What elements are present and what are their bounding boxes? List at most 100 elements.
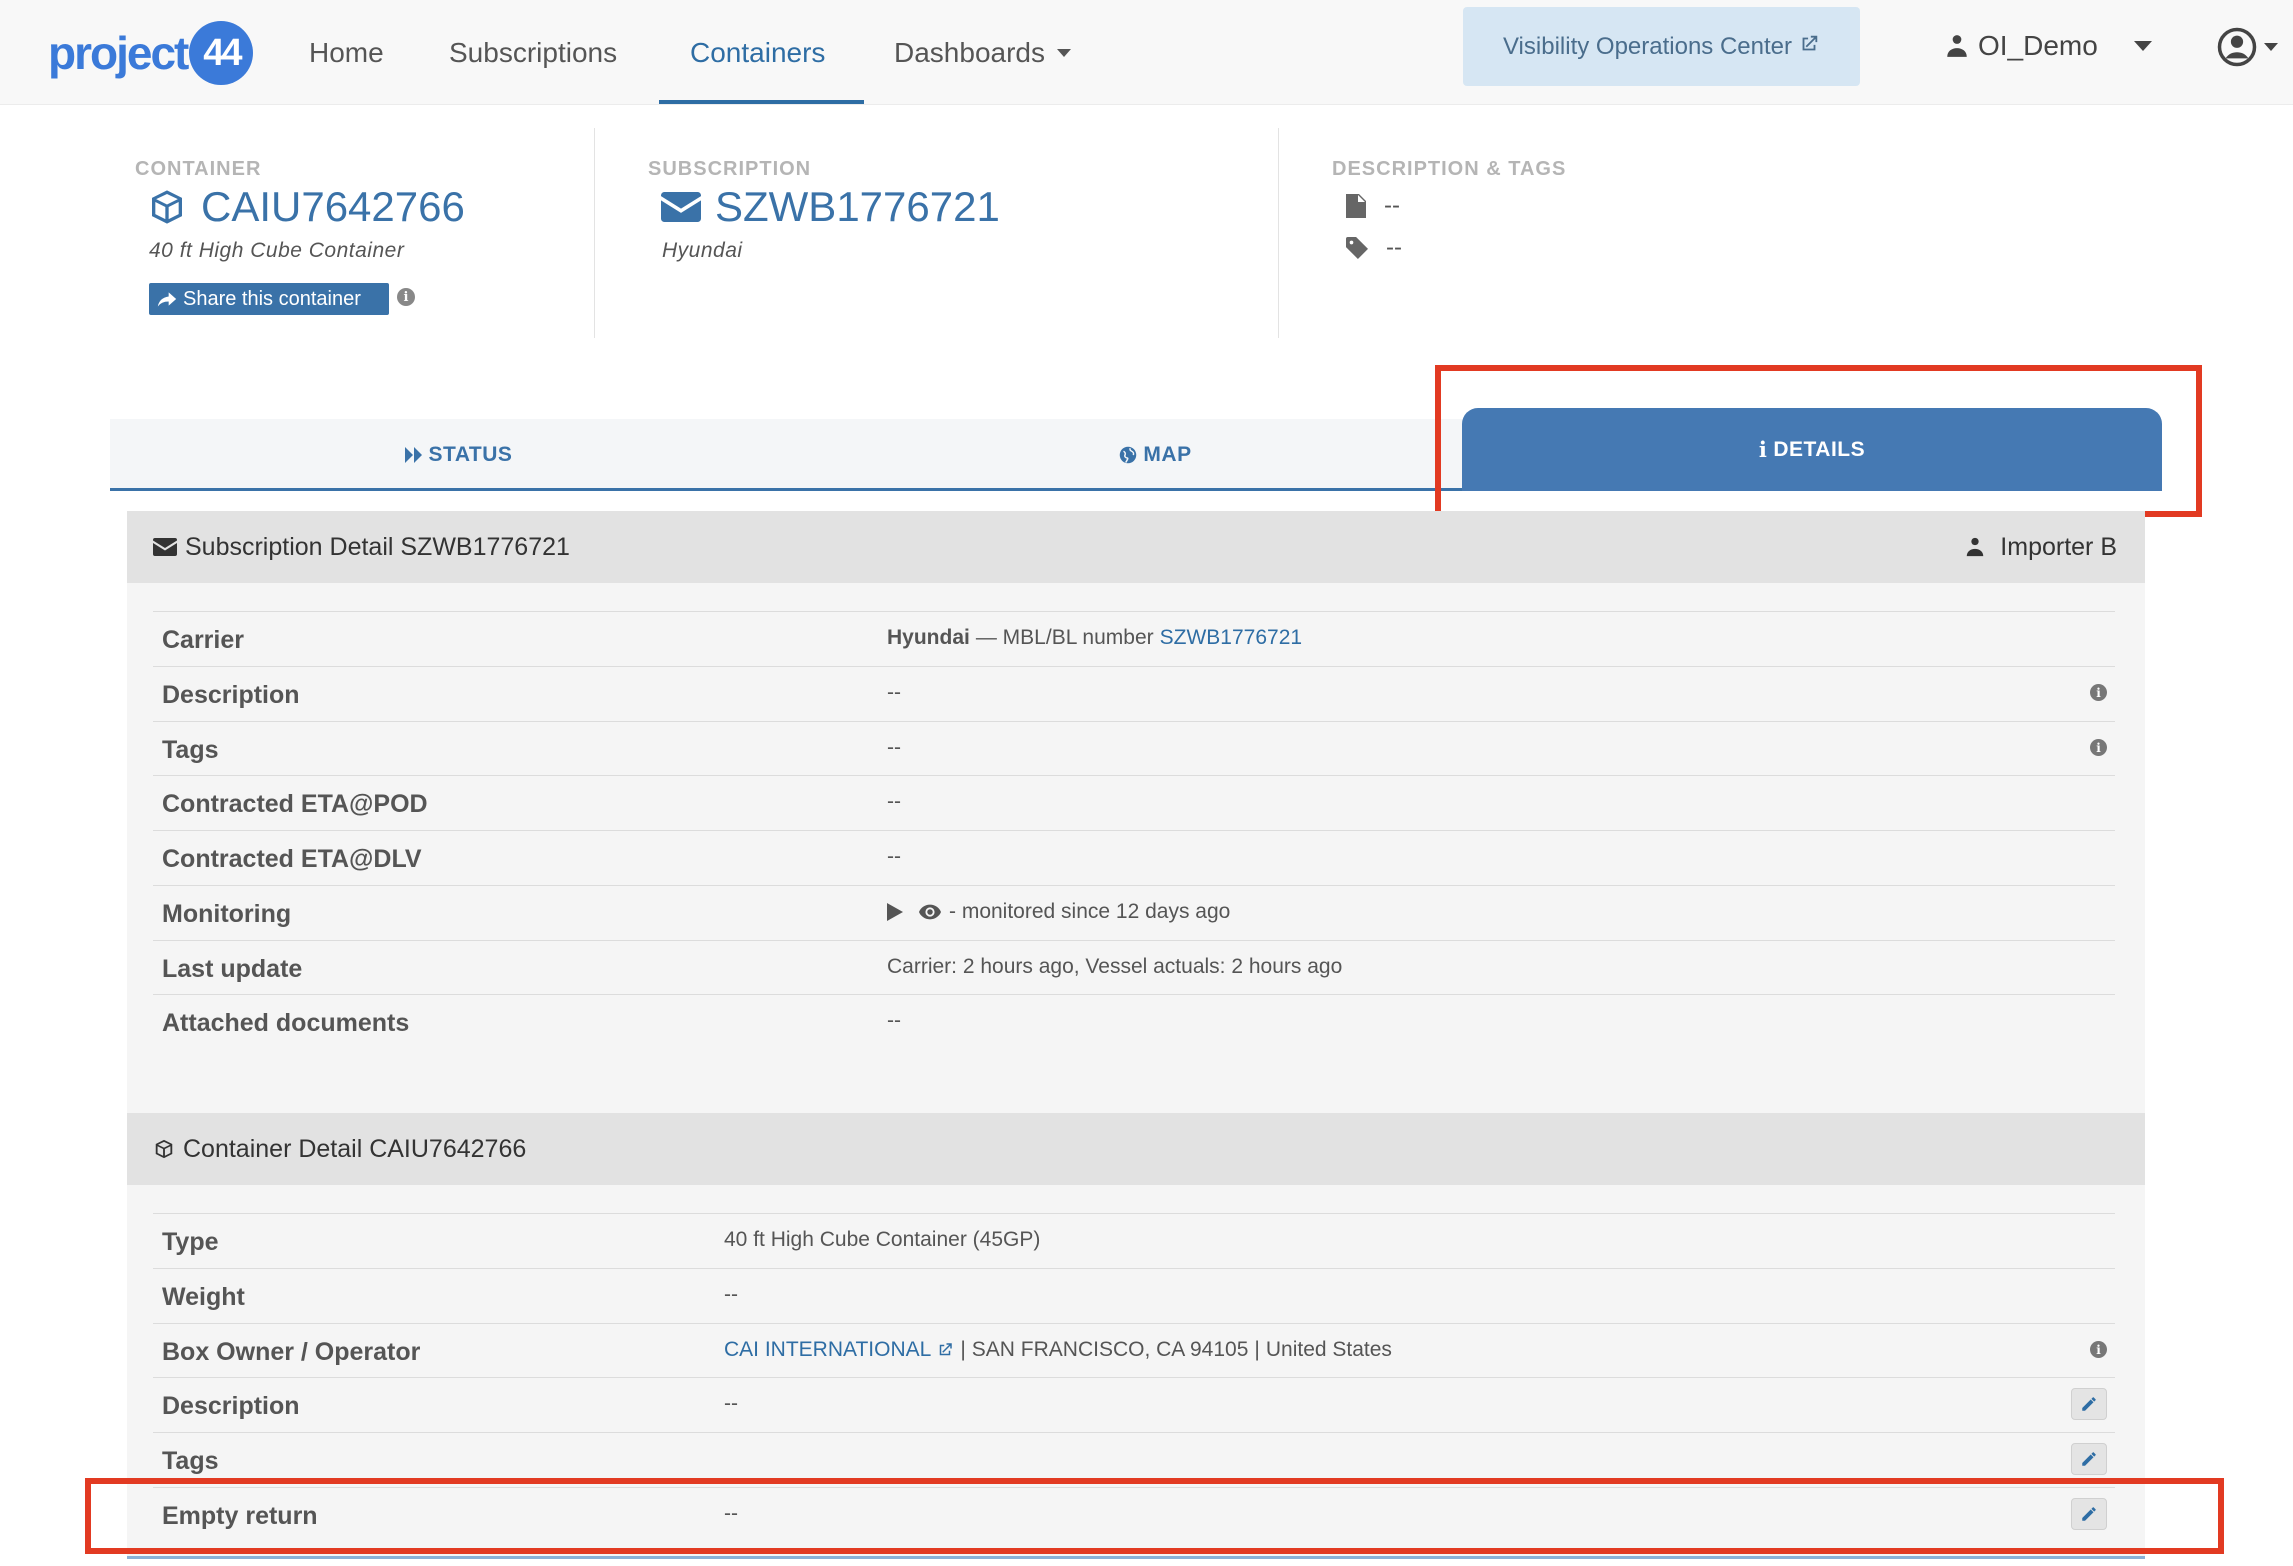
cube-icon — [152, 190, 182, 224]
header-tags-value: -- — [1386, 234, 1402, 261]
header-description-value: -- — [1384, 192, 1400, 219]
top-navbar: project 44 Home Subscriptions Containers … — [0, 0, 2293, 105]
envelope-icon — [153, 538, 177, 556]
row-label: Type — [162, 1228, 219, 1256]
user-circle-icon — [2217, 27, 2257, 67]
logo-text: project — [48, 27, 189, 79]
table-row: Attached documents -- — [153, 994, 2115, 1049]
project44-logo[interactable]: project 44 — [48, 18, 254, 88]
share-icon — [157, 292, 177, 307]
container-id: CAIU7642766 — [147, 183, 465, 231]
nav-home[interactable]: Home — [309, 0, 384, 105]
eye-icon — [919, 904, 941, 920]
table-row: Last update Carrier: 2 hours ago, Vessel… — [153, 940, 2115, 995]
tab-status[interactable]: STATUS — [110, 419, 807, 491]
section-bottom-border — [127, 1556, 2145, 1559]
table-row: Weight -- — [153, 1268, 2115, 1323]
row-value: -- — [887, 790, 901, 813]
user-tie-icon — [1947, 35, 1967, 57]
table-row: Tags -- i — [153, 721, 2115, 776]
info-icon[interactable]: i — [397, 288, 415, 306]
tab-map[interactable]: MAP — [807, 419, 1504, 491]
owner-value: CAI INTERNATIONAL | SAN FRANCISCO, CA 94… — [724, 1338, 1392, 1362]
tab-map-label: MAP — [1143, 443, 1192, 466]
table-row: Monitoring - monitored since 12 days ago — [153, 885, 2115, 940]
external-link-icon[interactable] — [936, 1341, 954, 1359]
row-value: -- — [724, 1283, 738, 1306]
info-icon[interactable]: i — [2090, 1341, 2107, 1358]
subscription-detail-title: Subscription Detail SZWB1776721 — [185, 532, 570, 561]
row-label: Carrier — [162, 626, 244, 654]
user-name: OI_Demo — [1978, 30, 2098, 61]
table-row: Description -- — [153, 1377, 2115, 1432]
globe-icon — [1120, 446, 1137, 464]
row-value: -- — [887, 681, 901, 704]
tag-icon — [1346, 237, 1368, 259]
nav-dashboards-label: Dashboards — [894, 36, 1045, 68]
cube-icon — [155, 1139, 173, 1159]
highlight-box-details-tab — [1435, 365, 2202, 517]
mbl-link[interactable]: SZWB1776721 — [1160, 626, 1302, 650]
share-container-button[interactable]: Share this container — [149, 283, 389, 315]
highlight-box-empty-return — [85, 1478, 2224, 1554]
table-row: Type 40 ft High Cube Container (45GP) — [153, 1213, 2115, 1268]
nav-dashboards[interactable]: Dashboards — [894, 0, 1071, 105]
subscription-id: SZWB1776721 — [661, 183, 1000, 231]
table-row: Description -- i — [153, 666, 2115, 721]
active-nav-indicator — [659, 100, 864, 104]
user-menu[interactable]: OI_Demo — [1944, 30, 2152, 62]
envelope-icon — [661, 192, 701, 222]
row-label: Attached documents — [162, 1009, 410, 1037]
owner-city: SAN FRANCISCO, CA 94105 — [971, 1338, 1249, 1361]
container-label: CONTAINER — [135, 158, 262, 180]
chevron-down-icon — [2133, 41, 2152, 51]
row-label: Contracted ETA@DLV — [162, 845, 422, 873]
play-icon[interactable] — [887, 903, 903, 921]
monitoring-value: - monitored since 12 days ago — [887, 900, 1230, 924]
container-detail-title: Container Detail CAIU7642766 — [183, 1134, 527, 1163]
row-label: Contracted ETA@POD — [162, 790, 428, 818]
row-value: 40 ft High Cube Container (45GP) — [724, 1228, 1041, 1251]
info-icon[interactable]: i — [2090, 684, 2107, 701]
subscription-carrier: Hyundai — [662, 239, 743, 262]
row-value: -- — [887, 736, 901, 759]
row-value: Carrier: 2 hours ago, Vessel actuals: 2 … — [887, 955, 1343, 978]
account-menu[interactable] — [2216, 26, 2278, 68]
nav-subscriptions[interactable]: Subscriptions — [449, 0, 617, 105]
edit-description-button[interactable] — [2071, 1388, 2107, 1420]
pencil-icon — [2082, 1397, 2096, 1411]
chevron-down-icon — [1056, 48, 1071, 57]
row-label: Box Owner / Operator — [162, 1338, 421, 1366]
header-divider — [1278, 128, 1279, 338]
visibility-operations-center-button[interactable]: Visibility Operations Center — [1463, 7, 1860, 86]
nav-containers[interactable]: Containers — [690, 0, 825, 105]
row-label: Last update — [162, 955, 303, 983]
owner-link[interactable]: CAI INTERNATIONAL — [724, 1338, 931, 1362]
file-icon — [1346, 194, 1366, 218]
voc-label: Visibility Operations Center — [1502, 32, 1793, 60]
description-tags-label: DESCRIPTION & TAGS — [1332, 158, 1567, 180]
subscription-detail-header: Subscription Detail SZWB1776721 Importer… — [127, 511, 2145, 583]
table-row: Carrier Hyundai — MBL/BL number SZWB1776… — [153, 611, 2115, 666]
importer: Importer B — [1964, 511, 2117, 583]
carrier-name: Hyundai — [887, 626, 970, 649]
table-row: Contracted ETA@DLV -- — [153, 830, 2115, 885]
row-value: -- — [724, 1392, 738, 1415]
user-tie-icon — [1967, 537, 1984, 557]
row-label: Description — [162, 681, 300, 709]
row-label: Tags — [162, 1447, 219, 1475]
header-tags: -- — [1346, 234, 1402, 262]
row-value: -- — [887, 1009, 901, 1032]
subscription-detail-body: Carrier Hyundai — MBL/BL number SZWB1776… — [127, 583, 2145, 1113]
table-row: Box Owner / Operator CAI INTERNATIONAL |… — [153, 1323, 2115, 1378]
container-detail-header: Container Detail CAIU7642766 — [127, 1113, 2145, 1185]
tab-status-label: STATUS — [428, 443, 513, 466]
table-row: Contracted ETA@POD -- — [153, 775, 2115, 830]
separator: | — [960, 1338, 966, 1361]
chevron-down-icon — [2264, 43, 2278, 51]
owner-country: United States — [1265, 1338, 1392, 1361]
mbl-label: — MBL/BL number — [975, 626, 1154, 649]
info-icon[interactable]: i — [2090, 739, 2107, 756]
edit-tags-button[interactable] — [2071, 1443, 2107, 1475]
header-divider — [594, 128, 595, 338]
